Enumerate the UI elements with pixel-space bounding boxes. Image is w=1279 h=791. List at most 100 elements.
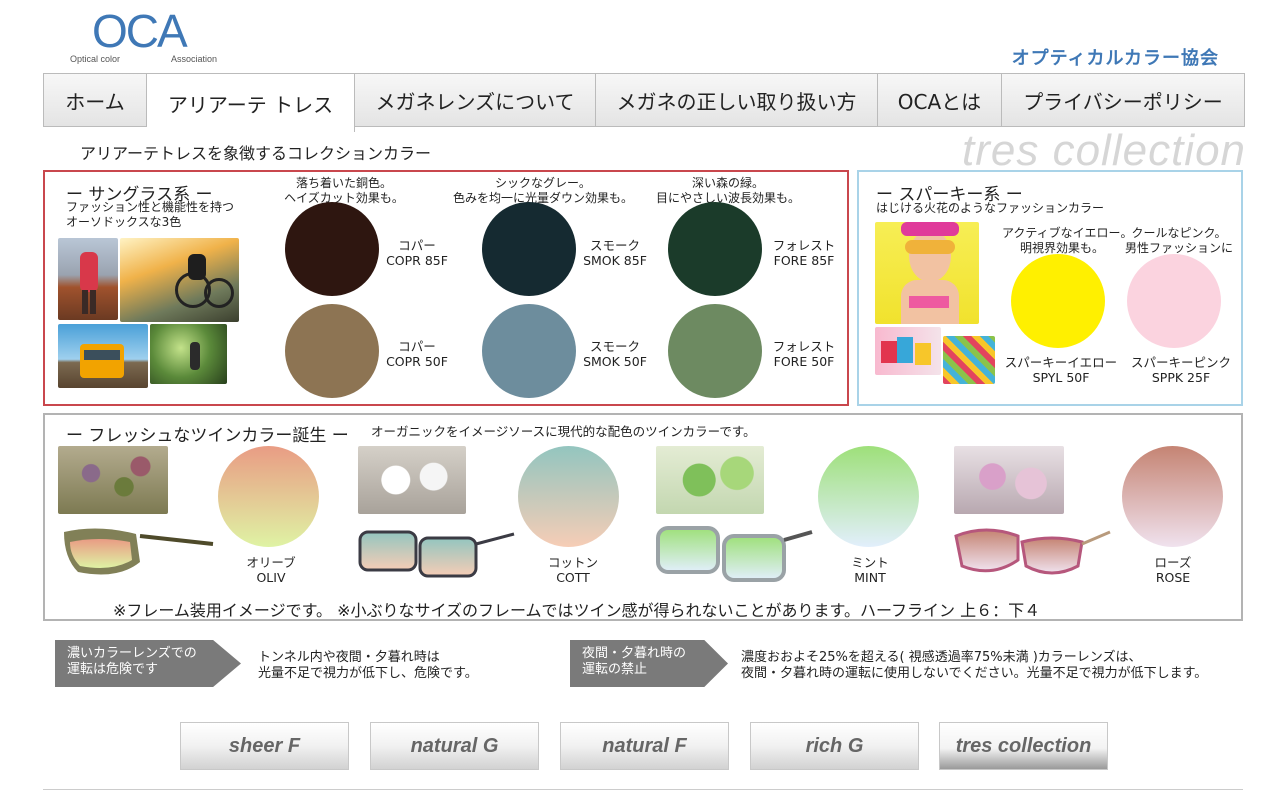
swatch-code: SPPK 25F (1151, 370, 1211, 385)
lens-swatch-spyl50[interactable] (1011, 254, 1105, 348)
twin-label-rose: ローズ ROSE (1138, 555, 1208, 585)
cotton-photo (358, 446, 466, 514)
nav-tab-lens[interactable]: メガネレンズについて (355, 74, 596, 126)
lens-swatch-smok50[interactable] (482, 304, 576, 398)
swatch-code: COTT (556, 570, 590, 585)
product-button-natural-f[interactable]: natural F (560, 722, 729, 770)
nav-tab-care[interactable]: メガネの正しい取り扱い方 (596, 74, 878, 126)
swatch-name: スパーキーイエロー (1004, 355, 1118, 370)
lens-swatch-copr50[interactable] (285, 304, 379, 398)
swatch-code: SMOK 50F (583, 354, 647, 369)
product-button-rich-g[interactable]: rich G (750, 722, 919, 770)
swatch-code: SMOK 85F (583, 253, 647, 268)
twin-title: ー フレッシュなツインカラー誕生 ー (66, 426, 349, 446)
nav-tab-privacy[interactable]: プライバシーポリシー (1002, 74, 1244, 126)
cotton-sunglasses-image (358, 530, 515, 578)
product-button-natural-g[interactable]: natural G (370, 722, 539, 770)
twin-footnote: ※フレーム装用イメージです。 ※小ぶりなサイズのフレームではツイン感が得られない… (113, 601, 1041, 620)
nav-tab-about[interactable]: OCAとは (878, 74, 1002, 126)
badge-line: 濃いカラーレンズでの (67, 646, 197, 661)
swatch-label-copr85: コパー COPR 85F (381, 238, 453, 268)
twin-label-cott: コットン COTT (538, 555, 608, 585)
swatch-label-smok50: スモーク SMOK 50F (578, 339, 652, 369)
swatch-name: スモーク (589, 238, 640, 253)
bus-photo (58, 324, 148, 388)
swatch-label-smok85: スモーク SMOK 85F (578, 238, 652, 268)
swatch-name: オリーブ (246, 555, 296, 570)
swatch-label-copr50: コパー COPR 50F (381, 339, 453, 369)
lens-swatch-rose[interactable] (1122, 446, 1223, 547)
lens-swatch-fore85[interactable] (668, 202, 762, 296)
warning-line: トンネル内や夜間・夕暮れ時は (258, 650, 440, 665)
logo-left-text: Optical color (70, 54, 121, 64)
sparky-subtitle: はじける火花のようなファッションカラー (876, 201, 1105, 215)
rose-photo (954, 446, 1064, 514)
warning-line: 濃度おおよそ25%を超える( 視感透過率75%未満 )カラーレンズは、 (741, 650, 1142, 665)
logo-mark: OCA (92, 5, 188, 57)
note-line: アクティブなイエロー。 (1002, 226, 1133, 240)
lens-swatch-cott[interactable] (518, 446, 619, 547)
olive-photo (58, 446, 168, 514)
note-line: クールなピンク。 (1131, 226, 1227, 240)
swatch-name: コパー (398, 238, 436, 253)
swatch-code: FORE 85F (773, 253, 835, 268)
swatch-label-spyl50: スパーキーイエロー SPYL 50F (1000, 355, 1122, 385)
hiker-photo (58, 238, 118, 320)
nav-tab-tres[interactable]: アリアーテ トレス (147, 74, 355, 132)
swatch-label-fore85: フォレスト FORE 85F (766, 238, 842, 268)
badge-line: 夜間・夕暮れ時の (582, 646, 687, 661)
warning-line: 光量不足で視力が低下し、危険です。 (258, 666, 478, 681)
product-button-sheer-f[interactable]: sheer F (180, 722, 349, 770)
lens-swatch-mint[interactable] (818, 446, 919, 547)
sunglass-note-smoke: シックなグレー。 色みを均一に光量ダウン効果も。 (450, 176, 636, 206)
nav-tab-home[interactable]: ホーム (44, 74, 147, 126)
swatch-label-sppk25: スパーキーピンク SPPK 25F (1124, 355, 1238, 385)
note-line: 落ち着いた銅色。 (295, 176, 392, 190)
colored-pencils-photo (943, 336, 995, 384)
note-line: シックなグレー。 (495, 176, 591, 190)
warning-badge-night: 夜間・夕暮れ時の 運転の禁止 (570, 640, 728, 687)
oca-logo[interactable]: OCA Optical color Association (70, 4, 230, 66)
swatch-name: コットン (547, 555, 598, 570)
sunglass-note-copper: 落ち着いた銅色。 ヘイズカット効果も。 (283, 176, 405, 206)
swatch-code: COPR 50F (386, 354, 448, 369)
swatch-name: スモーク (589, 339, 640, 354)
jungle-photo (150, 324, 227, 384)
sparky-note-yellow: アクティブなイエロー。 明視界効果も。 (1002, 226, 1133, 256)
fashion-model-photo (875, 222, 979, 324)
warning-text-night: 濃度おおよそ25%を超える( 視感透過率75%未満 )カラーレンズは、 夜間・夕… (741, 650, 1207, 682)
swatch-label-fore50: フォレスト FORE 50F (766, 339, 842, 369)
warning-line: 夜間・夕暮れ時の運転に使用しないでください。光量不足で視力が低下します。 (741, 666, 1208, 681)
twin-label-mint: ミント MINT (835, 555, 905, 585)
logo-right-text: Association (171, 54, 218, 64)
lens-swatch-fore50[interactable] (668, 304, 762, 398)
swatch-name: ローズ (1154, 555, 1192, 570)
mint-photo (656, 446, 764, 514)
swatch-name: スパーキーピンク (1130, 355, 1231, 370)
swatch-code: SPYL 50F (1032, 370, 1090, 385)
badge-line: 運転は危険です (67, 662, 159, 677)
olive-sunglasses-image (64, 528, 214, 575)
twin-label-oliv: オリーブ OLIV (236, 555, 306, 585)
mint-sunglasses-image (656, 526, 813, 582)
swatch-name: ミント (851, 555, 889, 570)
badge-line: 運転の禁止 (582, 662, 648, 677)
lens-swatch-copr85[interactable] (285, 202, 379, 296)
lens-swatch-oliv[interactable] (218, 446, 319, 547)
shopping-bags-photo (875, 327, 941, 375)
swatch-code: COPR 85F (386, 253, 448, 268)
sunglass-subtitle-2: オーソドックスな3色 (66, 215, 182, 229)
brand-name: オプティカルカラー協会 (1011, 48, 1219, 69)
product-button-tres-collection[interactable]: tres collection (939, 722, 1108, 770)
cyclists-photo (120, 238, 239, 322)
lens-swatch-sppk25[interactable] (1127, 254, 1221, 348)
warning-text-dark-lens: トンネル内や夜間・夕暮れ時は 光量不足で視力が低下し、危険です。 (258, 650, 478, 682)
lens-swatch-smok85[interactable] (482, 202, 576, 296)
page-heading: アリアーテトレスを象徴するコレクションカラー (80, 144, 432, 163)
collection-watermark: tres collection (962, 126, 1247, 175)
note-line: 深い森の緑。 (691, 176, 764, 190)
swatch-code: FORE 50F (773, 354, 835, 369)
sunglass-subtitle-1: ファッション性と機能性を持つ (66, 200, 235, 214)
main-nav: ホーム アリアーテ トレス メガネレンズについて メガネの正しい取り扱い方 OC… (43, 73, 1245, 132)
footer-divider (43, 789, 1243, 790)
